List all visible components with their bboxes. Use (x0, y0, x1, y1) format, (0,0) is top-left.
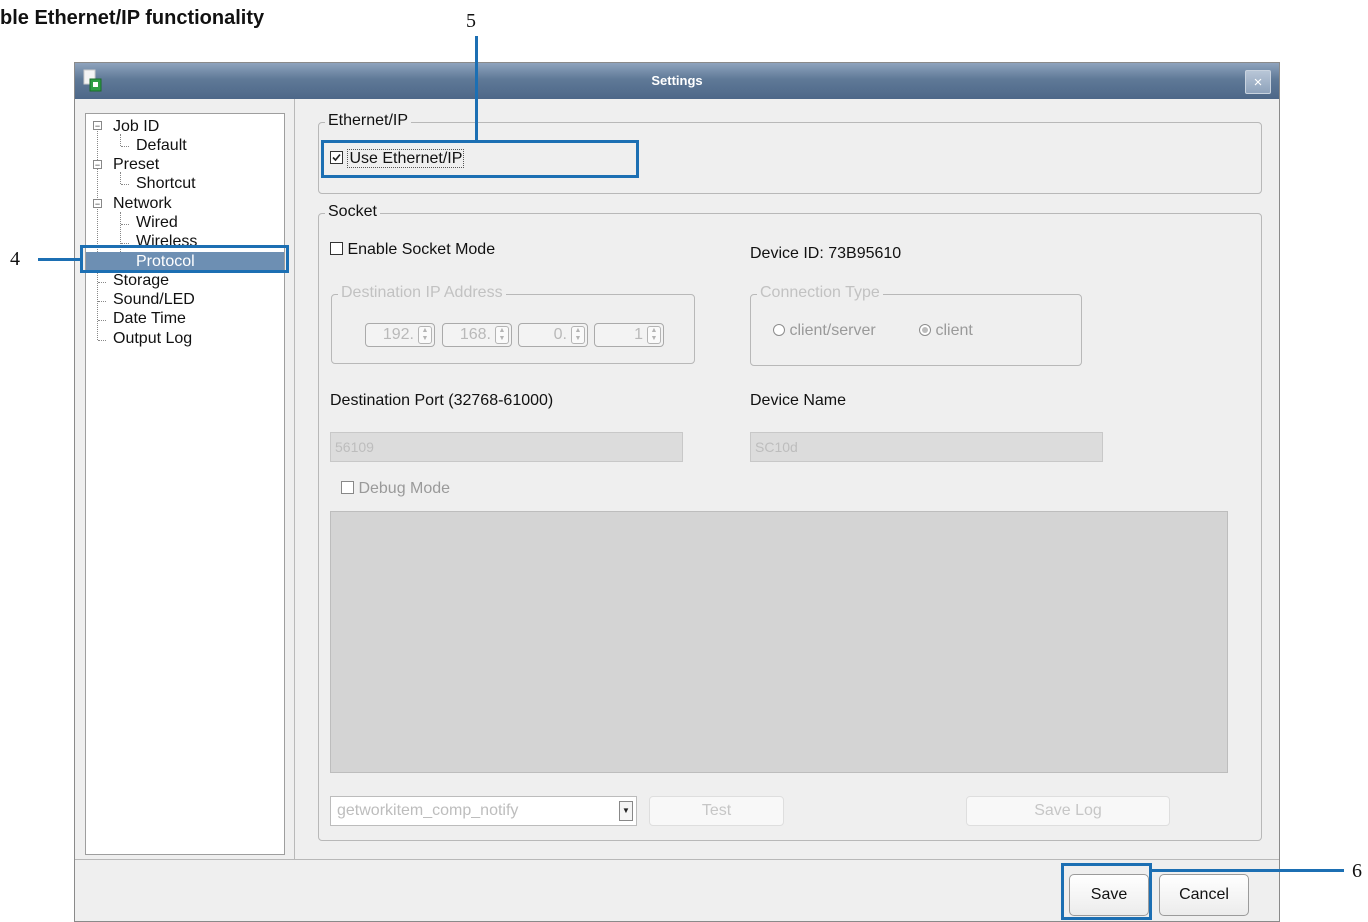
callout-6: 6 (1352, 860, 1362, 882)
tree-item-shortcut[interactable]: Shortcut (136, 175, 196, 193)
callout-5-leader (475, 36, 478, 140)
debug-mode-label: Debug Mode (358, 480, 451, 497)
tree-item-wired[interactable]: Wired (136, 214, 178, 232)
tree-item-storage[interactable]: Storage (113, 272, 169, 290)
ip-octet-4-value: 1 (634, 326, 643, 343)
expand-toggle-icon[interactable]: − (93, 121, 102, 131)
spinner-arrows-icon[interactable]: ▲ ▼ (495, 326, 509, 344)
tree-item-date-time[interactable]: Date Time (113, 310, 186, 328)
destination-port-label: Destination Port (32768-61000) (330, 392, 554, 409)
radio-client[interactable]: client (919, 322, 973, 340)
device-name-input[interactable]: SC10d (750, 432, 1103, 462)
settings-window: Settings × − − − Job ID Default Preset S… (74, 62, 1280, 922)
enable-socket-mode-label: Enable Socket Mode (347, 241, 496, 258)
ip-octet-3-spinner[interactable]: 0. ▲ ▼ (518, 323, 588, 347)
device-name-label: Device Name (750, 392, 847, 409)
device-id-text: Device ID: 73B95610 (750, 245, 902, 262)
ip-octet-1-spinner[interactable]: 192. ▲ ▼ (365, 323, 435, 347)
cancel-button[interactable]: Cancel (1159, 874, 1249, 916)
left-pane: − − − Job ID Default Preset Shortcut Net… (75, 99, 295, 855)
radio-selected-icon (919, 323, 931, 336)
tree-item-sound-led[interactable]: Sound/LED (113, 291, 195, 309)
expand-toggle-icon[interactable]: − (93, 199, 102, 209)
test-button[interactable]: Test (649, 796, 784, 826)
spinner-arrows-icon[interactable]: ▲ ▼ (647, 326, 661, 344)
ethernet-ip-legend: Ethernet/IP (325, 112, 412, 130)
title-bar: Settings × (75, 63, 1279, 99)
ip-octet-1-value: 192. (382, 326, 414, 343)
window-title: Settings (651, 73, 703, 88)
callout-6-leader (1152, 869, 1344, 872)
debug-log-area[interactable] (330, 511, 1228, 773)
document-heading: ble Ethernet/IP functionality (0, 7, 265, 29)
connection-type-group: Connection Type client/server client (750, 284, 1082, 366)
socket-legend: Socket (325, 203, 380, 221)
socket-group: Socket Enable Socket Mode Device ID: 73B… (318, 203, 1262, 841)
settings-tree: − − − Job ID Default Preset Shortcut Net… (85, 113, 285, 855)
dropdown-arrow-icon[interactable]: ▼ (619, 801, 633, 821)
debug-mode-checkbox[interactable]: Debug Mode (341, 480, 450, 498)
command-select-value: getworkitem_comp_notify (337, 802, 519, 819)
spinner-arrows-icon[interactable]: ▲ ▼ (571, 326, 585, 344)
callout-5: 5 (466, 10, 476, 32)
spinner-arrows-icon[interactable]: ▲ ▼ (418, 326, 432, 344)
callout-4: 4 (10, 248, 20, 270)
radio-client-server-label: client/server (789, 322, 876, 339)
callout-4-leader (38, 258, 80, 261)
checkbox-unchecked-icon (330, 242, 343, 256)
ip-octet-2-value: 168. (459, 326, 491, 343)
enable-socket-mode-checkbox[interactable]: Enable Socket Mode (330, 241, 495, 259)
tree-item-network[interactable]: Network (113, 195, 172, 213)
ip-octet-4-spinner[interactable]: 1 ▲ ▼ (594, 323, 664, 347)
tree-item-output-log[interactable]: Output Log (113, 330, 192, 348)
callout-6-highlight (1061, 863, 1152, 920)
command-select[interactable]: getworkitem_comp_notify ▼ (330, 796, 637, 826)
footer-divider (75, 859, 1279, 860)
protocol-settings-pane: Ethernet/IP Use Ethernet/IP Socket Enabl… (295, 99, 1281, 859)
connection-type-legend: Connection Type (757, 284, 883, 302)
tree-item-preset[interactable]: Preset (113, 156, 159, 174)
tree-item-default[interactable]: Default (136, 137, 187, 155)
destination-ip-legend: Destination IP Address (338, 284, 506, 302)
expand-toggle-icon[interactable]: − (93, 160, 102, 170)
checkbox-unchecked-icon (341, 481, 354, 495)
callout-4-highlight (80, 245, 289, 273)
radio-client-label: client (935, 322, 973, 339)
destination-ip-group: Destination IP Address 192. ▲ ▼ 168. ▲ ▼ 0… (331, 284, 695, 364)
app-icon (83, 69, 103, 93)
ip-octet-2-spinner[interactable]: 168. ▲ ▼ (442, 323, 512, 347)
tree-item-job-id[interactable]: Job ID (113, 118, 159, 136)
callout-5-highlight (321, 140, 639, 178)
radio-client-server[interactable]: client/server (773, 322, 876, 340)
close-button[interactable]: × (1245, 70, 1271, 94)
destination-port-input[interactable]: 56109 (330, 432, 683, 462)
pane-divider (294, 99, 295, 859)
save-log-button[interactable]: Save Log (966, 796, 1170, 826)
ip-octet-3-value: 0. (553, 326, 567, 343)
radio-unselected-icon (773, 323, 785, 336)
